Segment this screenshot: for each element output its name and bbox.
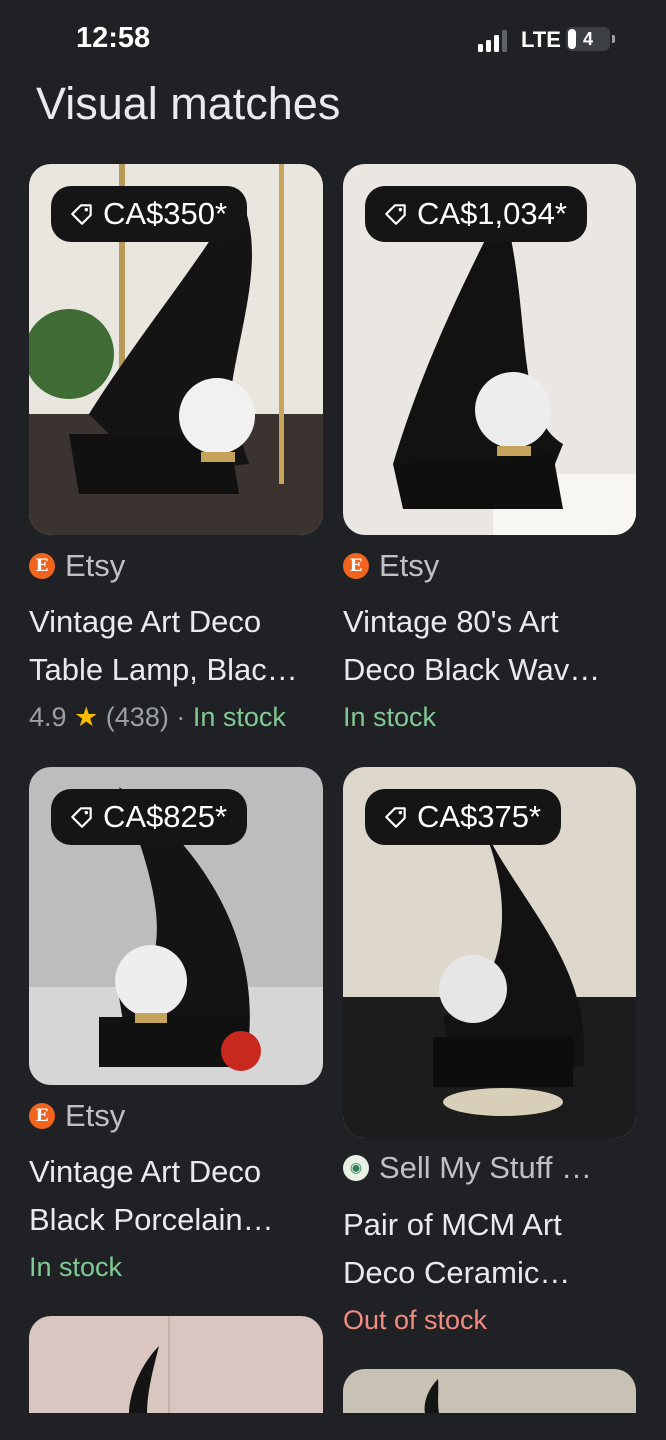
product-meta: In stock [343, 702, 436, 733]
availability: In stock [29, 1252, 123, 1282]
product-image[interactable]: CA$375* [343, 767, 636, 1138]
product-image[interactable]: CA$350* [29, 164, 323, 535]
status-bar: 12:58 LTE 4 [0, 0, 666, 80]
tag-icon [71, 204, 92, 225]
product-image[interactable] [343, 1369, 636, 1413]
price-label: CA$350* [103, 196, 228, 231]
product-title[interactable]: Vintage 80's Art Deco Black Wav… [343, 598, 643, 694]
tag-icon [385, 204, 406, 225]
price-badge: CA$1,034* [365, 186, 587, 242]
battery-level: 4 [582, 29, 593, 49]
price-badge: CA$350* [51, 186, 248, 242]
sellmystuff-logo-icon: ◉ [343, 1155, 369, 1181]
source-name: Etsy [65, 1098, 126, 1133]
product-meta: In stock [29, 1252, 122, 1283]
source-link[interactable]: E Etsy [29, 1098, 125, 1134]
price-label: CA$375* [417, 799, 542, 834]
review-count: (438) [105, 702, 169, 732]
signal-icon [478, 30, 507, 52]
network-type: LTE [521, 27, 561, 52]
source-name: Sell My Stuff … [379, 1150, 593, 1185]
etsy-logo-icon: E [343, 553, 369, 579]
source-link[interactable]: E Etsy [29, 548, 125, 584]
source-name: Etsy [65, 548, 126, 583]
tag-icon [385, 807, 406, 828]
product-meta: Out of stock [343, 1305, 487, 1336]
price-label: CA$825* [103, 799, 228, 834]
battery-icon: 4 [566, 27, 615, 51]
product-image[interactable]: CA$825* [29, 767, 323, 1085]
price-badge: CA$825* [51, 789, 248, 845]
tag-icon [71, 807, 92, 828]
source-link[interactable]: ◉ Sell My Stuff … [343, 1150, 592, 1186]
product-image[interactable] [29, 1316, 323, 1413]
product-image[interactable]: CA$1,034* [343, 164, 636, 535]
product-title[interactable]: Vintage Art Deco Black Porcelain… [29, 1148, 329, 1244]
status-time: 12:58 [76, 22, 151, 54]
availability: In stock [192, 702, 286, 732]
availability: In stock [343, 702, 437, 732]
page-title: Visual matches [36, 78, 341, 129]
etsy-logo-icon: E [29, 553, 55, 579]
price-badge: CA$375* [365, 789, 562, 845]
etsy-logo-icon: E [29, 1103, 55, 1129]
product-title[interactable]: Vintage Art Deco Table Lamp, Blac… [29, 598, 329, 694]
source-name: Etsy [379, 548, 440, 583]
star-icon: ★ [74, 702, 99, 732]
product-meta: 4.9 ★ (438) · In stock [29, 702, 286, 733]
rating-value: 4.9 [29, 702, 67, 732]
separator: · [176, 702, 186, 732]
availability: Out of stock [343, 1305, 488, 1335]
product-title[interactable]: Pair of MCM Art Deco Ceramic… [343, 1201, 643, 1297]
source-link[interactable]: E Etsy [343, 548, 439, 584]
price-label: CA$1,034* [417, 196, 567, 231]
